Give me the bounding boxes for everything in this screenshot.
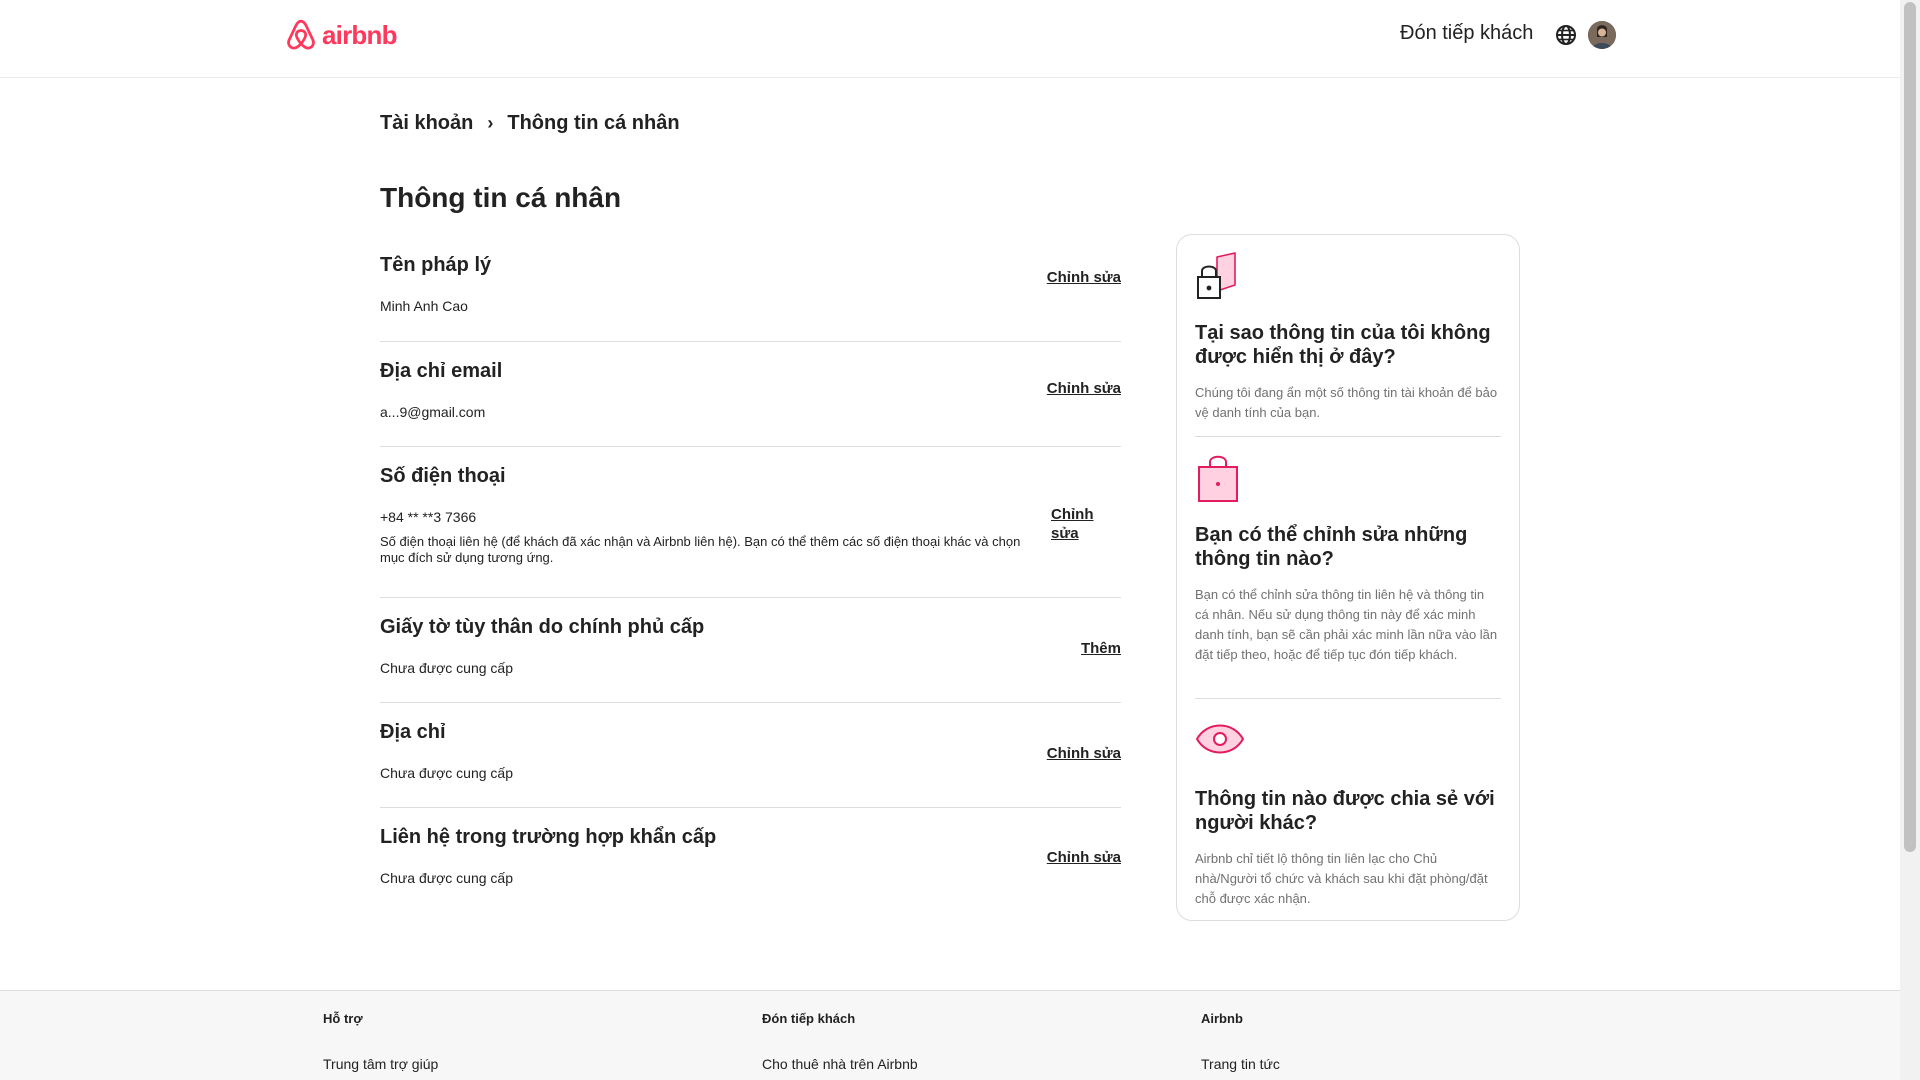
footer-link-newsroom[interactable]: Trang tin tức	[1201, 1056, 1280, 1072]
footer-column-airbnb: Airbnb Trang tin tức	[1201, 1011, 1280, 1072]
footer-link-help-center[interactable]: Trung tâm trợ giúp	[323, 1056, 438, 1072]
row-title: Tên pháp lý	[380, 254, 492, 276]
lock-icon	[1195, 251, 1245, 303]
row-title: Giấy tờ tùy thân do chính phủ cấp	[380, 616, 705, 638]
address-row: Địa chỉ Chưa được cung cấp Chỉnh sửa	[380, 703, 1121, 808]
row-title: Địa chỉ email	[380, 360, 503, 382]
avatar[interactable]	[1588, 21, 1616, 49]
host-link[interactable]: Đón tiếp khách	[1400, 22, 1533, 45]
footer: Hỗ trợ Trung tâm trợ giúp Đón tiếp khách…	[0, 990, 1900, 1080]
row-title: Địa chỉ	[380, 721, 446, 743]
footer-link-host-home[interactable]: Cho thuê nhà trên Airbnb	[762, 1056, 918, 1072]
row-value: +84 ** **3 7366	[380, 509, 477, 525]
row-description: Số điện thoại liên hệ (để khách đã xác n…	[380, 534, 1021, 565]
footer-heading: Đón tiếp khách	[762, 1011, 856, 1026]
eye-icon	[1195, 717, 1245, 769]
info-title: Bạn có thể chỉnh sửa những thông tin nào…	[1195, 524, 1468, 570]
globe-icon[interactable]	[1554, 23, 1578, 47]
edit-legal-name-button[interactable]: Chỉnh sửa	[1047, 269, 1121, 287]
add-government-id-button[interactable]: Thêm	[1081, 640, 1121, 658]
edit-emergency-contact-button[interactable]: Chỉnh sửa	[1047, 849, 1121, 867]
row-value: Chưa được cung cấp	[380, 765, 513, 781]
edit-address-button[interactable]: Chỉnh sửa	[1047, 745, 1121, 763]
edit-email-button[interactable]: Chỉnh sửa	[1047, 380, 1121, 398]
row-title: Số điện thoại	[380, 465, 506, 487]
info-text: Chúng tôi đang ẩn một số thông tin tài k…	[1195, 385, 1498, 420]
info-title: Tại sao thông tin của tôi không được hiể…	[1195, 322, 1491, 368]
top-header: airbnb Đón tiếp khách	[0, 0, 1900, 78]
footer-heading: Airbnb	[1201, 1011, 1243, 1026]
legal-name-row: Tên pháp lý Minh Anh Cao Chỉnh sửa	[380, 236, 1121, 342]
row-value: a...9@gmail.com	[380, 404, 486, 420]
logo-text: airbnb	[322, 19, 397, 50]
phone-row: Số điện thoại +84 ** **3 7366 Số điện th…	[380, 447, 1121, 598]
scrollbar-thumb[interactable]	[1904, 2, 1916, 852]
locked-bag-icon	[1195, 453, 1245, 505]
government-id-row: Giấy tờ tùy thân do chính phủ cấp Chưa đ…	[380, 598, 1121, 703]
info-card: Tại sao thông tin của tôi không được hiể…	[1176, 234, 1520, 921]
edit-phone-button[interactable]: Chỉnh sửa	[1051, 505, 1105, 543]
breadcrumb: Tài khoản › Thông tin cá nhân	[380, 112, 680, 135]
emergency-contact-row: Liên hệ trong trường hợp khẩn cấp Chưa đ…	[380, 808, 1121, 908]
breadcrumb-account-link[interactable]: Tài khoản	[380, 112, 473, 135]
page-title: Thông tin cá nhân	[380, 182, 622, 213]
info-text: Airbnb chỉ tiết lộ thông tin liên lạc ch…	[1195, 851, 1488, 906]
row-value: Chưa được cung cấp	[380, 870, 513, 886]
row-value: Minh Anh Cao	[380, 298, 468, 314]
info-title: Thông tin nào được chia sẻ với người khá…	[1195, 788, 1495, 834]
breadcrumb-current: Thông tin cá nhân	[507, 112, 680, 134]
airbnb-logo[interactable]: airbnb	[284, 16, 397, 54]
footer-column-support: Hỗ trợ Trung tâm trợ giúp	[323, 1011, 438, 1072]
email-row: Địa chỉ email a...9@gmail.com Chỉnh sửa	[380, 342, 1121, 447]
info-section-hidden-info: Tại sao thông tin của tôi không được hiể…	[1195, 235, 1501, 437]
info-text: Bạn có thể chỉnh sửa thông tin liên hệ v…	[1195, 587, 1498, 662]
row-value: Chưa được cung cấp	[380, 660, 513, 676]
info-section-editable-info: Bạn có thể chỉnh sửa những thông tin nào…	[1195, 437, 1501, 699]
footer-heading: Hỗ trợ	[323, 1011, 363, 1026]
personal-info-list: Tên pháp lý Minh Anh Cao Chỉnh sửa Địa c…	[380, 236, 1121, 908]
scrollbar[interactable]	[1900, 0, 1920, 1080]
info-section-shared-info: Thông tin nào được chia sẻ với người khá…	[1195, 699, 1501, 909]
chevron-right-icon: ›	[487, 113, 494, 133]
row-title: Liên hệ trong trường hợp khẩn cấp	[380, 826, 717, 848]
footer-column-hosting: Đón tiếp khách Cho thuê nhà trên Airbnb	[762, 1011, 918, 1072]
airbnb-logo-icon	[287, 19, 315, 50]
